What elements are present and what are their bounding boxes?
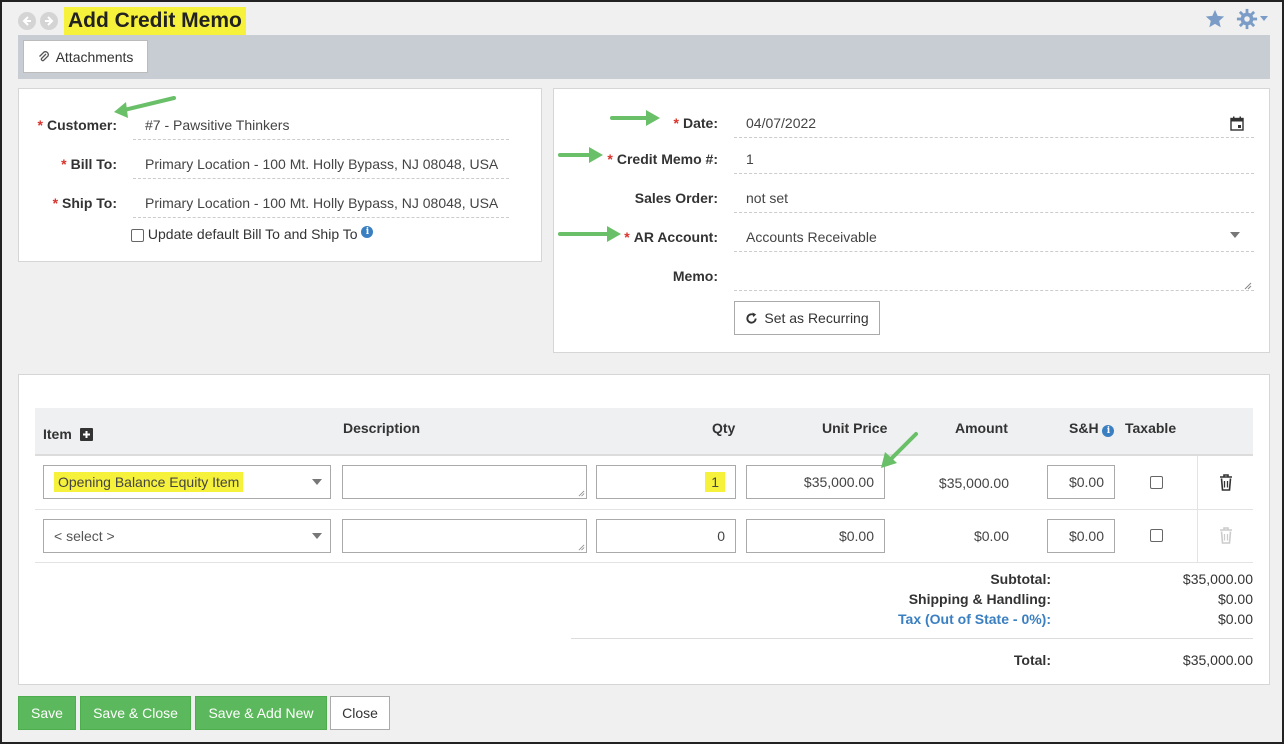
page-title: Add Credit Memo [64, 7, 246, 35]
window-frame: Add Credit Memo Attachments * Customer: #… [0, 0, 1284, 744]
trash-icon [1220, 527, 1232, 544]
ship-to-label: * Ship To: [52, 195, 117, 211]
set-recurring-label: Set as Recurring [764, 310, 869, 326]
annotation-arrow [881, 432, 918, 468]
tax-link[interactable]: Tax (Out of State - 0%): [751, 611, 1051, 627]
sales-order-field[interactable]: not set [734, 183, 1254, 213]
description-input[interactable] [342, 465, 587, 499]
amount-value: $35,000.00 [938, 475, 1009, 491]
total-value: $35,000.00 [1182, 652, 1253, 668]
credit-memo-number-field[interactable]: 1 [734, 144, 1254, 174]
resize-handle-icon[interactable] [1244, 282, 1252, 290]
item-select[interactable]: < select > [43, 519, 331, 553]
customer-field[interactable]: #7 - Pawsitive Thinkers [133, 110, 509, 140]
annotation-arrow [114, 96, 176, 118]
attachments-button[interactable]: Attachments [23, 40, 148, 73]
qty-value: 1 [705, 472, 725, 492]
top-right-actions [1204, 8, 1268, 30]
column-divider [1197, 456, 1198, 510]
shipping-label: Shipping & Handling: [908, 591, 1051, 607]
description-input[interactable] [342, 519, 587, 553]
annotation-arrow [558, 147, 603, 163]
memo-label: Memo: [672, 268, 718, 284]
save-button[interactable]: Save [18, 696, 76, 730]
taxable-checkbox[interactable] [1150, 529, 1163, 542]
items-panel: Item Description Qty Unit Price Amount S… [18, 374, 1270, 685]
bill-to-field[interactable]: Primary Location - 100 Mt. Holly Bypass,… [133, 149, 509, 179]
back-button[interactable] [18, 12, 36, 30]
star-icon[interactable] [1204, 8, 1226, 30]
bill-to-label: * Bill To: [61, 156, 117, 172]
subtotal-label: Subtotal: [990, 571, 1051, 587]
trash-icon[interactable] [1219, 474, 1233, 491]
update-default-checkbox[interactable] [131, 228, 144, 242]
tax-value: $0.00 [1217, 611, 1253, 627]
sh-header: S&H i [1069, 420, 1115, 437]
totals-divider [571, 638, 1253, 639]
shipping-value: $0.00 [1217, 591, 1253, 607]
description-header: Description [343, 420, 421, 436]
qty-header: Qty [712, 420, 736, 436]
arrow-left-icon [22, 16, 31, 26]
taxable-header: Taxable [1125, 420, 1177, 436]
item-value: Opening Balance Equity Item [54, 472, 244, 492]
info-icon[interactable]: i [361, 226, 374, 238]
add-item-icon[interactable] [79, 428, 93, 441]
total-label: Total: [1013, 652, 1051, 668]
sales-order-label: Sales Order: [634, 190, 718, 206]
unit-price-input[interactable]: $35,000.00 [746, 465, 885, 499]
attachments-label: Attachments [55, 48, 134, 65]
paperclip-icon [38, 50, 49, 61]
unit-price-input[interactable]: $0.00 [746, 519, 885, 553]
item-caret-icon [312, 533, 322, 539]
customer-panel: * Customer: #7 - Pawsitive Thinkers * Bill… [18, 88, 542, 262]
date-field[interactable]: 04/07/2022 [734, 108, 1254, 138]
sh-input[interactable]: $0.00 [1047, 465, 1115, 499]
toolbar: Attachments [18, 35, 1270, 79]
calendar-icon[interactable] [1230, 116, 1244, 131]
update-default-row: Update default Bill To and Ship To i [131, 226, 374, 242]
subtotal-value: $35,000.00 [1182, 571, 1253, 587]
qty-input[interactable]: 0 [596, 519, 736, 553]
settings-menu[interactable] [1236, 8, 1268, 30]
close-button[interactable]: Close [330, 696, 390, 730]
save-add-new-button[interactable]: Save & Add New [195, 696, 327, 730]
customer-label: * Customer: [37, 117, 117, 133]
arrow-right-icon [45, 16, 54, 26]
update-default-label: Update default Bill To and Ship To [147, 226, 358, 242]
sh-info-icon[interactable]: i [1102, 425, 1115, 437]
sh-input[interactable]: $0.00 [1047, 519, 1115, 553]
annotation-arrow [610, 110, 660, 126]
chevron-down-icon [1260, 16, 1268, 21]
ship-to-field[interactable]: Primary Location - 100 Mt. Holly Bypass,… [133, 188, 509, 218]
ar-account-caret-icon [1230, 232, 1240, 238]
refresh-icon [746, 311, 757, 324]
save-close-button[interactable]: Save & Close [80, 696, 191, 730]
table-row: Opening Balance Equity Item 1 $35,000.00… [35, 456, 1253, 510]
resize-handle-icon[interactable] [578, 544, 585, 551]
forward-button[interactable] [40, 12, 58, 30]
memo-field[interactable] [734, 261, 1254, 291]
resize-handle-icon[interactable] [578, 490, 585, 497]
amount-value: $0.00 [973, 528, 1009, 544]
ar-account-select[interactable]: Accounts Receivable [734, 222, 1254, 252]
set-recurring-button[interactable]: Set as Recurring [734, 301, 880, 335]
item-caret-icon [312, 479, 322, 485]
annotation-arrow [558, 226, 621, 242]
taxable-checkbox[interactable] [1150, 476, 1163, 489]
items-table-header: Item Description Qty Unit Price Amount S… [35, 408, 1253, 456]
gear-icon [1236, 8, 1258, 30]
amount-header: Amount [955, 420, 1008, 436]
column-divider [1197, 510, 1198, 563]
table-row: < select > 0 $0.00 $0.00 $0.00 [35, 510, 1253, 563]
item-value: < select > [54, 528, 115, 544]
qty-input[interactable]: 1 [596, 465, 736, 499]
item-header: Item [43, 426, 93, 442]
title-bar: Add Credit Memo [18, 6, 246, 36]
item-select[interactable]: Opening Balance Equity Item [43, 465, 331, 499]
